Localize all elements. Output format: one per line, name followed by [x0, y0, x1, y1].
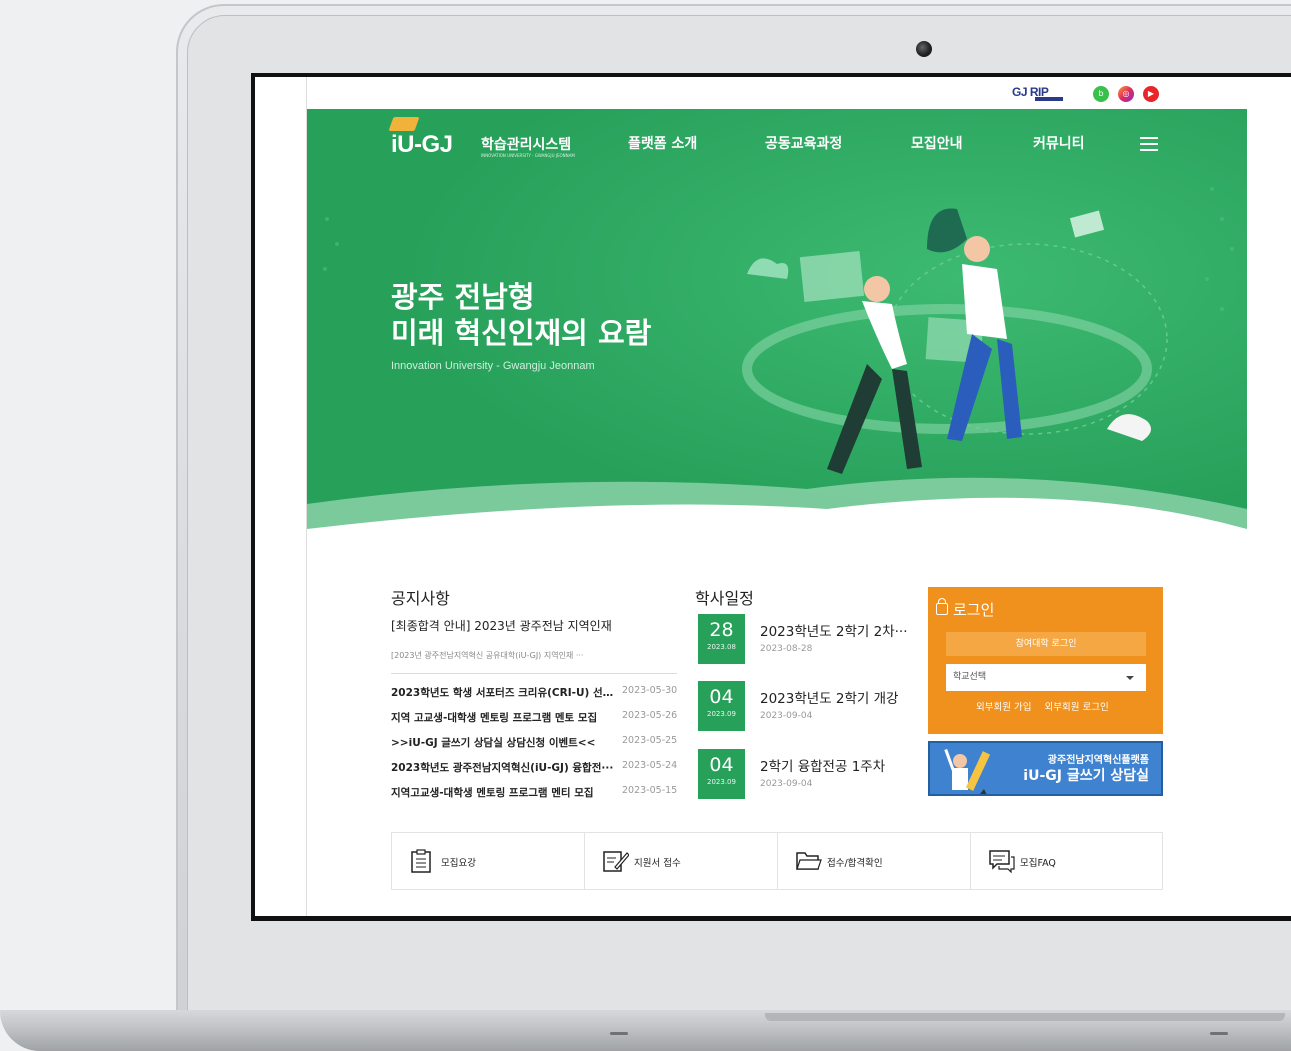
featured-notice-excerpt: [2023년 광주전남지역혁신 공유대학(iU-GJ) 지역인재 ··· — [391, 651, 584, 660]
utility-bar: GJ RIP b ◎ ▶ — [307, 77, 1247, 109]
notice-row[interactable]: 2023학년도 광주전남지역혁신(iU-GJ) 융합전··· 2023-05-2… — [391, 760, 681, 778]
schedule-day: 04 — [709, 754, 734, 776]
logo-wordmark: iU-GJ — [391, 131, 453, 158]
schedule-date-badge: 04 2023.09 — [698, 749, 745, 799]
notice-row[interactable]: 지역 고교생-대학생 멘토링 프로그램 멘토 모집 2023-05-26 — [391, 710, 681, 728]
hero-title-line2: 미래 혁신인재의 요람 — [391, 316, 652, 350]
schedule-date: 2023-09-04 — [760, 779, 813, 789]
schedule-day: 04 — [709, 686, 734, 708]
faq-chat-icon — [989, 850, 1015, 873]
schedule-date: 2023-09-04 — [760, 711, 813, 721]
schedule-item[interactable]: 04 2023.09 2023학년도 2학기 개강 2023-09-04 — [698, 681, 913, 731]
external-member-links: 외부회원 가입 외부회원 로그인 — [976, 699, 1119, 713]
hamburger-menu-icon[interactable] — [1140, 137, 1158, 151]
chevron-down-icon — [1126, 676, 1134, 680]
schedule-heading[interactable]: 학사일정 — [695, 585, 754, 609]
nav-item-community[interactable]: 커뮤니티 — [1033, 133, 1085, 153]
hero-subtitle: Innovation University - Gwangju Jeonnam — [391, 360, 595, 372]
logo-system-name: 학습관리시스템 — [481, 137, 572, 153]
notice-date: 2023-05-26 — [622, 710, 678, 721]
notice-divider — [391, 673, 677, 674]
schedule-title[interactable]: 2학기 융합전공 1주차 — [760, 755, 915, 775]
banner-line1: 광주전남지역혁신플랫폼 — [1047, 755, 1149, 766]
logo-tagline: INNOVATION UNIVERSITY · GWANGJU JEONNAM — [481, 153, 575, 158]
webpage: GJ RIP b ◎ ▶ iU-GJ 학습관리시스템 INNOVATION UN… — [306, 77, 1247, 916]
nav-item-curriculum[interactable]: 공동교육과정 — [765, 133, 842, 153]
schedule-date: 2023-08-28 — [760, 644, 813, 654]
blog-icon[interactable]: b — [1093, 86, 1109, 102]
schedule-year-month: 2023.08 — [707, 643, 736, 651]
laptop-hinge — [765, 1013, 1285, 1021]
quick-link-faq[interactable]: 모집FAQ — [971, 833, 1164, 889]
notice-title[interactable]: 2023학년도 학생 서포터즈 크리유(CRI-U) 선발··· — [391, 685, 617, 700]
laptop-foot — [1210, 1032, 1228, 1035]
notice-row[interactable]: 지역고교생-대학생 멘토링 프로그램 멘티 모집 2023-05-15 — [391, 785, 681, 803]
site-logo[interactable]: iU-GJ 학습관리시스템 INNOVATION UNIVERSITY · GW… — [388, 117, 575, 159]
quick-link-label: 모집FAQ — [1020, 858, 1056, 869]
notice-row[interactable]: 2023학년도 학생 서포터즈 크리유(CRI-U) 선발··· 2023-05… — [391, 685, 681, 703]
quick-link-label: 지원서 접수 — [634, 858, 681, 869]
instagram-icon[interactable]: ◎ — [1118, 86, 1134, 102]
login-title: 로그인 — [953, 601, 995, 619]
school-select-value: 학교선택 — [953, 672, 987, 682]
notices-heading[interactable]: 공지사항 — [391, 585, 450, 609]
hero-title-line1: 광주 전남형 — [391, 280, 535, 314]
featured-notice-title[interactable]: [최종합격 안내] 2023년 광주전남 지역인재 — [391, 617, 612, 634]
notice-title[interactable]: 2023학년도 광주전남지역혁신(iU-GJ) 융합전··· — [391, 760, 617, 775]
schedule-year-month: 2023.09 — [707, 778, 736, 786]
hero-title: 광주 전남형 미래 혁신인재의 요람 — [391, 279, 651, 351]
login-panel: 로그인 참여대학 로그인 학교선택 외부회원 가입 외부회원 로그인 — [928, 587, 1163, 734]
schedule-date-badge: 28 2023.08 — [698, 614, 745, 664]
notice-date: 2023-05-24 — [622, 760, 678, 771]
application-pen-icon — [603, 851, 629, 872]
schedule-day: 28 — [709, 619, 734, 641]
lock-icon — [936, 598, 948, 615]
writing-center-banner[interactable]: 광주전남지역혁신플랫폼 iU-GJ 글쓰기 상담실 — [928, 741, 1163, 796]
member-login-button[interactable]: 참여대학 로그인 — [946, 632, 1146, 656]
notice-date: 2023-05-25 — [622, 735, 678, 746]
quick-link-label: 접수/합격확인 — [827, 858, 883, 869]
graduation-cap-icon — [388, 117, 420, 131]
nav-item-platform[interactable]: 플랫폼 소개 — [628, 133, 697, 153]
notice-title[interactable]: >>iU-GJ 글쓰기 상담실 상담신청 이벤트<< — [391, 735, 617, 750]
quick-link-label: 모집요강 — [441, 858, 476, 869]
quick-link-apply[interactable]: 지원서 접수 — [585, 833, 778, 889]
youtube-icon[interactable]: ▶ — [1143, 86, 1159, 102]
folder-icon — [796, 852, 822, 870]
schedule-title[interactable]: 2023학년도 2학기 개강 — [760, 687, 915, 707]
partner-logo-mark — [1035, 97, 1063, 101]
quick-link-guidelines[interactable]: 모집요강 — [392, 833, 585, 889]
school-select[interactable]: 학교선택 — [946, 664, 1146, 691]
webcam — [916, 41, 932, 57]
notice-title[interactable]: 지역고교생-대학생 멘토링 프로그램 멘티 모집 — [391, 785, 617, 800]
notice-date: 2023-05-15 — [622, 785, 678, 796]
notice-row[interactable]: >>iU-GJ 글쓰기 상담실 상담신청 이벤트<< 2023-05-25 — [391, 735, 681, 753]
quick-links: 모집요강 지원서 접수 접수/합격확인 모집FAQ — [391, 832, 1163, 890]
nav-item-recruit[interactable]: 모집안내 — [911, 133, 963, 153]
quick-link-status[interactable]: 접수/합격확인 — [778, 833, 971, 889]
laptop-screen: GJ RIP b ◎ ▶ iU-GJ 학습관리시스템 INNOVATION UN… — [255, 77, 1291, 916]
external-join-link[interactable]: 외부회원 가입 — [976, 702, 1031, 713]
notice-date: 2023-05-30 — [622, 685, 678, 696]
schedule-date-badge: 04 2023.09 — [698, 681, 745, 731]
schedule-item[interactable]: 04 2023.09 2학기 융합전공 1주차 2023-09-04 — [698, 749, 913, 799]
laptop-foot — [610, 1032, 628, 1035]
external-login-link[interactable]: 외부회원 로그인 — [1045, 702, 1109, 713]
notice-title[interactable]: 지역 고교생-대학생 멘토링 프로그램 멘토 모집 — [391, 710, 617, 725]
student-pencil-illustration — [944, 748, 991, 794]
schedule-item[interactable]: 28 2023.08 2023학년도 2학기 2차··· 2023-08-28 — [698, 614, 913, 664]
schedule-title[interactable]: 2023학년도 2학기 2차··· — [760, 620, 915, 640]
clipboard-icon — [411, 849, 431, 873]
schedule-year-month: 2023.09 — [707, 710, 736, 718]
hero-section: iU-GJ 학습관리시스템 INNOVATION UNIVERSITY · GW… — [307, 109, 1247, 529]
banner-line2: iU-GJ 글쓰기 상담실 — [1023, 768, 1149, 784]
